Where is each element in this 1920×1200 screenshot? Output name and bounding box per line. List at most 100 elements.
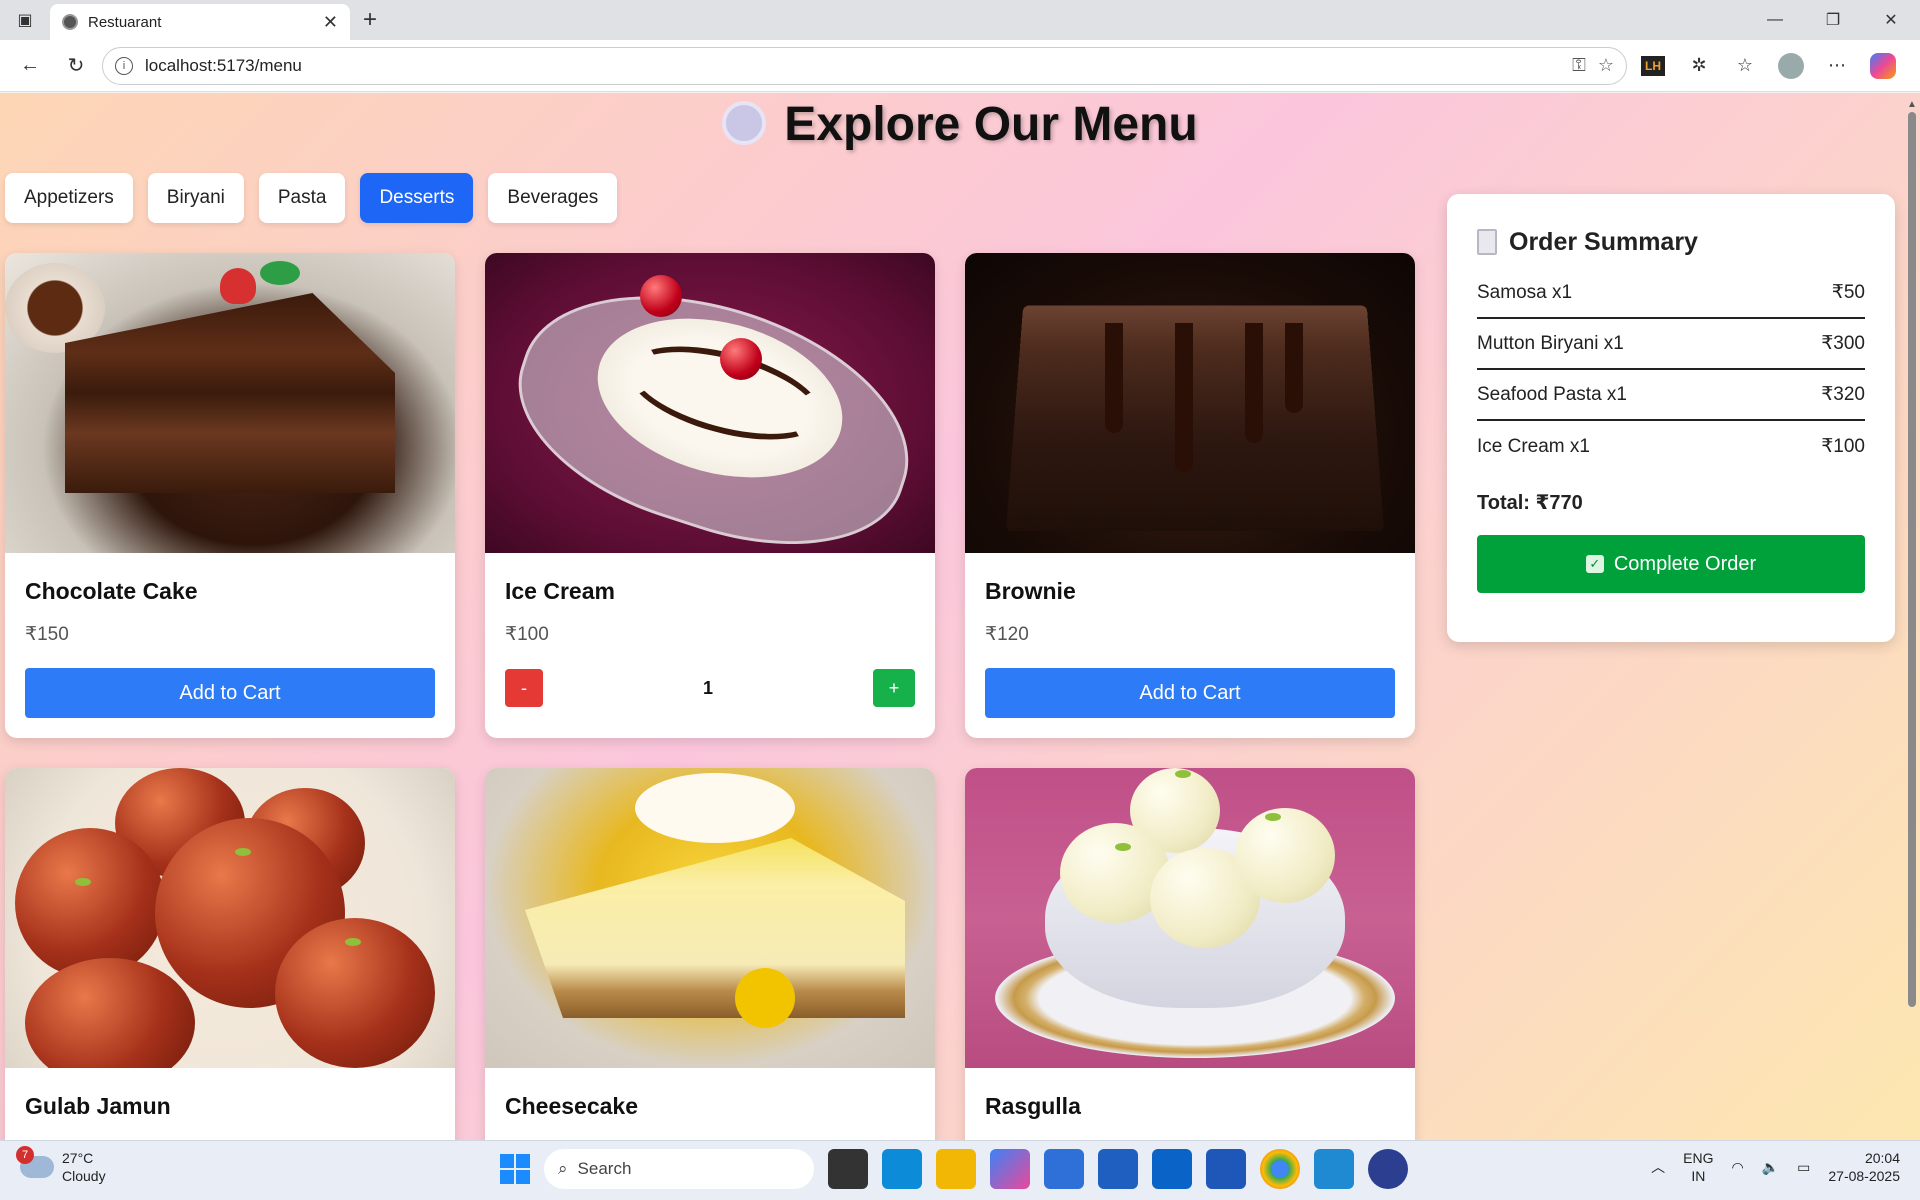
chevron-up-icon[interactable]: ︿ <box>1651 1157 1665 1177</box>
item-name: Brownie <box>985 578 1076 604</box>
menu-card-rasgulla: Rasgulla <box>965 768 1415 1140</box>
page-viewport: Explore Our Menu Appetizers Biryani Past… <box>0 93 1920 1140</box>
new-tab-icon[interactable]: + <box>350 0 390 40</box>
tab-beverages[interactable]: Beverages <box>488 173 618 223</box>
outlook-icon[interactable] <box>1152 1149 1192 1189</box>
quantity-value: 1 <box>702 677 713 698</box>
close-window-icon[interactable]: ✕ <box>1862 0 1920 40</box>
checkmark-icon: ✓ <box>1585 555 1604 573</box>
vs-ide-icon[interactable] <box>1098 1149 1138 1189</box>
menu-card-chocolate-cake: Chocolate Cake ₹150 Add to Cart <box>5 253 455 738</box>
wifi-icon[interactable]: ◠ <box>1731 1159 1743 1176</box>
order-summary-title: Order Summary <box>1477 222 1865 262</box>
url-text: localhost:5173/menu <box>145 55 302 75</box>
page-title-text: Explore Our Menu <box>784 98 1198 151</box>
extensions-icon[interactable]: ✲ <box>1679 46 1719 86</box>
url-field[interactable]: i localhost:5173/menu ⚿ ☆ <box>102 46 1627 85</box>
rasgulla-image <box>965 768 1415 1068</box>
scroll-thumb[interactable] <box>1908 112 1916 1007</box>
site-info-icon[interactable]: i <box>115 56 133 75</box>
copilot-icon[interactable] <box>1863 46 1903 86</box>
address-bar: ← ↻ i localhost:5173/menu ⚿ ☆ LH ✲ ☆ ⋯ <box>0 40 1920 92</box>
tab-actions-icon[interactable]: ▣ <box>0 0 50 40</box>
vscode-icon[interactable] <box>1314 1149 1354 1189</box>
increase-quantity-button[interactable]: + <box>872 669 915 707</box>
lang-bottom: IN <box>1691 1168 1706 1184</box>
chocolate-cake-image <box>5 253 455 553</box>
menu-card-ice-cream: Ice Cream ₹100 - 1 + <box>485 253 935 738</box>
edge-browser-icon[interactable] <box>882 1149 922 1189</box>
order-items-list: Samosa x1 ₹50 Mutton Biryani x1 ₹300 Sea… <box>1477 268 1865 472</box>
tab-pasta[interactable]: Pasta <box>258 173 346 223</box>
lighthouse-extension-icon[interactable]: LH <box>1633 46 1673 86</box>
add-to-cart-button[interactable]: Add to Cart <box>985 668 1395 718</box>
minimize-icon[interactable]: — <box>1746 0 1804 40</box>
weather-widget[interactable]: 7 27°C Cloudy <box>16 1146 106 1185</box>
order-item: Seafood Pasta x1 ₹320 <box>1477 370 1865 421</box>
page-scrollbar[interactable]: ▲ <box>1906 99 1918 1129</box>
tab-biryani[interactable]: Biryani <box>147 173 244 223</box>
complete-order-button[interactable]: ✓ Complete Order <box>1477 535 1865 593</box>
tab-appetizers[interactable]: Appetizers <box>5 173 133 223</box>
word-icon[interactable] <box>1206 1149 1246 1189</box>
order-summary-panel: Order Summary Samosa x1 ₹50 Mutton Birya… <box>1447 194 1895 642</box>
language-indicator[interactable]: ENG IN <box>1683 1149 1713 1185</box>
windows-start-icon[interactable] <box>500 1154 530 1184</box>
order-item-label: Seafood Pasta x1 <box>1477 383 1627 405</box>
order-item-label: Ice Cream x1 <box>1477 435 1590 457</box>
clock-time: 20:04 <box>1864 1150 1900 1166</box>
decrease-quantity-button[interactable]: - <box>505 669 543 707</box>
store-icon[interactable] <box>1044 1149 1084 1189</box>
order-summary-title-text: Order Summary <box>1509 227 1698 256</box>
order-item-price: ₹320 <box>1821 384 1865 405</box>
complete-order-label: Complete Order <box>1613 552 1757 575</box>
eclipse-icon[interactable] <box>1368 1149 1408 1189</box>
refresh-icon[interactable]: ↻ <box>56 46 96 86</box>
close-tab-icon[interactable]: ✕ <box>323 12 338 33</box>
order-item-label: Samosa x1 <box>1477 281 1573 303</box>
clock-date: 27-08-2025 <box>1828 1168 1900 1184</box>
clock[interactable]: 20:04 27-08-2025 <box>1828 1149 1900 1185</box>
item-name: Cheesecake <box>505 1093 638 1119</box>
item-name: Rasgulla <box>985 1093 1081 1119</box>
favorites-icon[interactable]: ☆ <box>1725 46 1765 86</box>
quantity-stepper: - 1 + <box>505 668 915 708</box>
chrome-icon[interactable] <box>1260 1149 1300 1189</box>
taskbar-search[interactable]: ⌕ Search <box>544 1149 814 1189</box>
add-to-cart-button[interactable]: Add to Cart <box>25 668 435 718</box>
item-name: Gulab Jamun <box>25 1093 171 1119</box>
taskbar-apps: ⌕ Search <box>500 1149 1408 1189</box>
tab-desserts[interactable]: Desserts <box>360 173 474 223</box>
volume-icon[interactable]: 🔈 <box>1762 1159 1779 1176</box>
cloud-icon: 7 <box>16 1146 54 1178</box>
order-item-price: ₹100 <box>1821 436 1865 457</box>
order-item: Mutton Biryani x1 ₹300 <box>1477 319 1865 370</box>
item-name: Chocolate Cake <box>25 578 198 604</box>
system-tray: ︿ ENG IN ◠ 🔈 ▭ 20:04 27-08-2025 <box>1651 1149 1900 1185</box>
menu-card-cheesecake: Cheesecake <box>485 768 935 1140</box>
task-view-icon[interactable] <box>828 1149 868 1189</box>
scroll-up-icon[interactable]: ▲ <box>1906 99 1918 110</box>
order-item-label: Mutton Biryani x1 <box>1477 332 1624 354</box>
restore-icon[interactable]: ❐ <box>1804 0 1862 40</box>
window-controls: — ❐ ✕ <box>1746 0 1920 40</box>
item-price: ₹150 <box>25 624 69 645</box>
item-price: ₹120 <box>985 624 1029 645</box>
gulab-jamun-image <box>5 768 455 1068</box>
key-icon[interactable]: ⚿ <box>1572 55 1586 76</box>
battery-icon[interactable]: ▭ <box>1797 1159 1810 1176</box>
browser-tab[interactable]: Restuarant ✕ <box>50 4 350 40</box>
back-icon[interactable]: ← <box>10 46 50 86</box>
search-placeholder: Search <box>577 1159 632 1178</box>
menu-card-gulab-jamun: Gulab Jamun <box>5 768 455 1140</box>
search-icon: ⌕ <box>558 1159 568 1178</box>
profile-avatar[interactable] <box>1771 46 1811 86</box>
copilot-app-icon[interactable] <box>990 1149 1030 1189</box>
site-favicon-icon <box>62 14 78 30</box>
file-explorer-icon[interactable] <box>936 1149 976 1189</box>
item-price: ₹100 <box>505 624 549 645</box>
favorite-star-icon[interactable]: ☆ <box>1598 55 1614 76</box>
weather-temp: 27°C <box>62 1150 94 1166</box>
item-name: Ice Cream <box>505 578 615 604</box>
more-menu-icon[interactable]: ⋯ <box>1817 46 1857 86</box>
